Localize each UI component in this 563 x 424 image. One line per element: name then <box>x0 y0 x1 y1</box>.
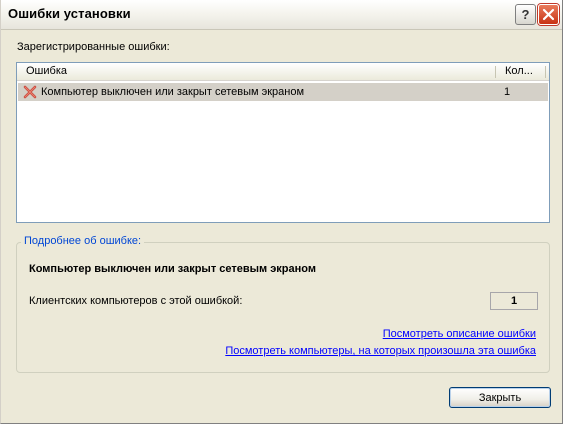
error-details-title: Компьютер выключен или закрыт сетевым эк… <box>29 263 316 275</box>
help-icon: ? <box>521 7 530 22</box>
close-window-button[interactable] <box>538 4 559 25</box>
help-button[interactable]: ? <box>515 4 536 25</box>
errors-list-label: Зарегистрированные ошибки: <box>17 41 170 53</box>
dialog-window: Ошибки установки ? Зарегистрированные ош… <box>0 0 563 424</box>
row-error-text: Компьютер выключен или закрыт сетевым эк… <box>41 86 305 98</box>
title-bar[interactable]: Ошибки установки ? <box>1 0 562 30</box>
close-icon <box>542 8 555 21</box>
list-header: Ошибка Кол... <box>17 63 549 81</box>
column-header-error[interactable]: Ошибка <box>26 65 67 77</box>
clients-count-value: 1 <box>490 292 538 310</box>
close-button[interactable]: Закрыть <box>449 387 551 408</box>
error-details-legend: Подробнее об ошибке: <box>21 235 145 247</box>
column-divider[interactable] <box>495 66 496 78</box>
view-affected-computers-link[interactable]: Посмотреть компьютеры, на которых произо… <box>225 345 536 357</box>
column-header-count[interactable]: Кол... <box>505 65 533 77</box>
error-x-icon <box>23 85 37 99</box>
column-divider[interactable] <box>545 66 546 78</box>
errors-list[interactable]: Ошибка Кол... Компьютер выключен или зак… <box>16 62 550 223</box>
clients-count-label: Клиентских компьютеров с этой ошибкой: <box>29 295 243 307</box>
list-item[interactable]: Компьютер выключен или закрыт сетевым эк… <box>18 83 548 101</box>
row-error-count: 1 <box>504 86 511 98</box>
window-title: Ошибки установки <box>8 6 131 21</box>
view-error-description-link[interactable]: Посмотреть описание ошибки <box>383 328 536 340</box>
